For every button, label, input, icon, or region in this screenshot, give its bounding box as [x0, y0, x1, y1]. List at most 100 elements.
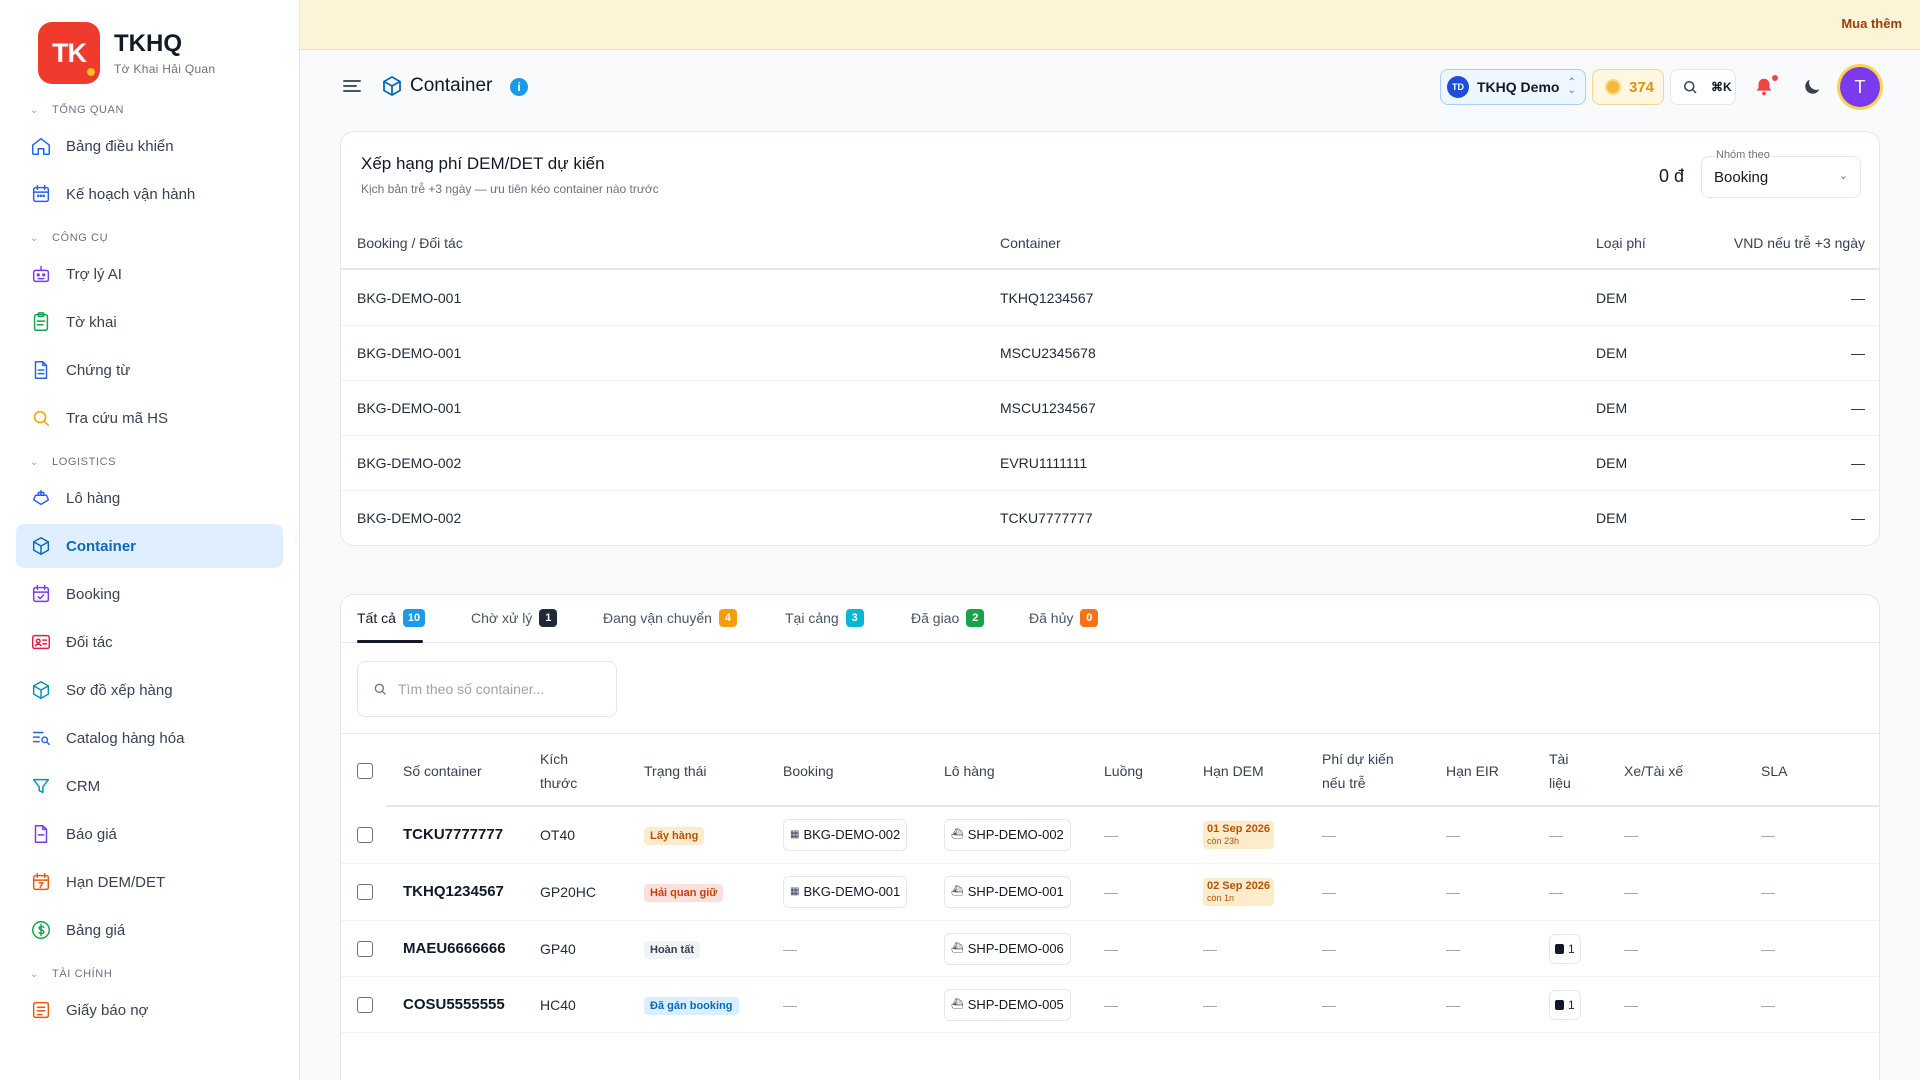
- col-eir-deadline[interactable]: Hạn EIR: [1446, 759, 1499, 783]
- sidebar-item-1-0[interactable]: Trợ lý AI: [16, 252, 283, 296]
- cube-icon: [30, 679, 52, 701]
- container-number[interactable]: TCKU7777777: [403, 823, 503, 847]
- sidebar-section-header[interactable]: ⌄ LOGISTICS: [30, 456, 299, 468]
- tab-label: Đã giao: [911, 610, 960, 626]
- select-all-checkbox[interactable]: [357, 762, 373, 779]
- sidebar-item-1-2[interactable]: Chứng từ: [16, 348, 283, 392]
- tab-5[interactable]: Đã hủy 0: [1029, 609, 1099, 627]
- sidebar-section-header[interactable]: ⌄ CÔNG CỤ: [30, 232, 299, 244]
- sidebar-item-2-3[interactable]: Đối tác: [16, 620, 283, 664]
- sidebar-resize-handle[interactable]: ⋮⋮: [291, 533, 299, 544]
- workspace-switcher[interactable]: TD TKHQ Demo ⌃ ⌄: [1440, 69, 1586, 105]
- col-container-no[interactable]: Số container: [403, 759, 482, 783]
- shipment-chip[interactable]: ⛴ SHP-DEMO-006: [944, 932, 1071, 965]
- sidebar-item-2-9[interactable]: Bảng giá: [16, 908, 283, 952]
- col-booking[interactable]: Booking / Đối tác: [357, 235, 463, 251]
- search-icon: [1684, 81, 1697, 94]
- sidebar-item-1-1[interactable]: Tờ khai: [16, 300, 283, 344]
- booking-chip[interactable]: ▦ BKG-DEMO-001: [783, 876, 908, 908]
- sidebar-section-header[interactable]: ⌄ TÀI CHÍNH: [30, 968, 299, 980]
- row-checkbox[interactable]: [357, 996, 373, 1013]
- group-by-select[interactable]: Nhóm theo Booking ⌄: [1701, 149, 1861, 198]
- sidebar-item-2-1[interactable]: Container: [16, 524, 283, 568]
- ship-icon: ⛴: [951, 829, 964, 840]
- shipment-chip[interactable]: ⛴ SHP-DEMO-002: [944, 819, 1071, 851]
- col-truck-driver[interactable]: Xe/Tài xế: [1624, 759, 1683, 783]
- shipment-chip[interactable]: ⛴ SHP-DEMO-001: [944, 876, 1071, 908]
- shipment-chip[interactable]: ⛴ SHP-DEMO-005: [944, 988, 1071, 1021]
- brand-subtitle: Tờ Khai Hải Quan: [114, 62, 216, 76]
- ranking-vnd: —: [1851, 400, 1865, 416]
- ranking-row[interactable]: BKG-DEMO-002 TCKU7777777 DEM —: [341, 491, 1879, 545]
- sidebar-item-label: Container: [66, 537, 137, 555]
- sidebar-item-label: Chứng từ: [66, 361, 131, 379]
- table-row[interactable]: COSU5555555 HC40 Đã gán booking — ⛴ SHP-DEMO-…: [341, 977, 1879, 1033]
- eir-value: —: [1446, 940, 1460, 957]
- tab-1[interactable]: Chờ xử lý 1: [471, 609, 558, 627]
- route-value: —: [1104, 827, 1118, 843]
- col-status[interactable]: Trạng thái: [644, 759, 707, 783]
- sidebar-item-2-8[interactable]: Hạn DEM/DET: [16, 860, 283, 904]
- sidebar-item-3-0[interactable]: Giấy báo nợ: [16, 988, 283, 1032]
- clipboard-icon: [30, 311, 52, 333]
- theme-toggle[interactable]: [1794, 69, 1830, 105]
- ranking-row[interactable]: BKG-DEMO-001 MSCU2345678 DEM —: [341, 326, 1879, 381]
- row-checkbox[interactable]: [357, 827, 373, 843]
- sidebar-item-1-3[interactable]: Tra cứu mã HS: [16, 396, 283, 440]
- sidebar-item-label: Tờ khai: [66, 313, 117, 331]
- global-search-button[interactable]: ⌘K: [1670, 69, 1736, 105]
- notifications-button[interactable]: [1744, 69, 1784, 105]
- user-avatar[interactable]: T: [1840, 67, 1880, 107]
- ranking-booking: BKG-DEMO-002: [357, 455, 462, 471]
- col-container[interactable]: Container: [1000, 235, 1061, 251]
- ranking-row[interactable]: BKG-DEMO-001 TKHQ1234567 DEM —: [341, 271, 1879, 326]
- container-search-input[interactable]: [398, 681, 598, 697]
- col-dem-deadline[interactable]: Hạn DEM: [1203, 759, 1264, 783]
- container-number[interactable]: MAEU6666666: [403, 937, 506, 961]
- container-list-card: Tất cả 10 Chờ xử lý 1 Đang vận chuyển 4 Tại cả…: [340, 594, 1880, 1080]
- col-route[interactable]: Luồng: [1104, 759, 1143, 783]
- ranking-booking: BKG-DEMO-001: [357, 400, 462, 416]
- menu-toggle-icon[interactable]: [340, 74, 364, 98]
- coin-balance[interactable]: 374: [1592, 69, 1664, 105]
- documents-chip[interactable]: 1: [1549, 933, 1581, 964]
- tab-0[interactable]: Tất cả 10: [357, 609, 426, 627]
- ranking-vnd: —: [1851, 290, 1865, 306]
- brand[interactable]: TK TKHQ Tờ Khai Hải Quan: [0, 0, 299, 94]
- ranking-row[interactable]: BKG-DEMO-001 MSCU1234567 DEM —: [341, 381, 1879, 436]
- sidebar-item-2-0[interactable]: Lô hàng: [16, 476, 283, 520]
- documents-chip[interactable]: 1: [1549, 989, 1581, 1020]
- tab-4[interactable]: Đã giao 2: [911, 609, 985, 627]
- sidebar-item-2-4[interactable]: Sơ đồ xếp hàng: [16, 668, 283, 712]
- table-row[interactable]: TKHQ1234567 GP20HC Hải quan giữ ▦ BKG-DEMO-0…: [341, 864, 1879, 921]
- col-fee-type[interactable]: Loại phí: [1596, 235, 1646, 251]
- col-sla[interactable]: SLA: [1761, 759, 1787, 783]
- info-icon[interactable]: i: [510, 78, 528, 96]
- sidebar-item-0-0[interactable]: Bảng điều khiển: [16, 124, 283, 168]
- buy-more-link[interactable]: Mua thêm: [1841, 16, 1902, 31]
- col-vnd-late[interactable]: VND nếu trễ +3 ngày: [1734, 235, 1865, 251]
- sidebar-section-header[interactable]: ⌄ TỔNG QUAN: [30, 104, 299, 116]
- sidebar-item-0-1[interactable]: Kế hoạch vận hành: [16, 172, 283, 216]
- tab-3[interactable]: Tại cảng 3: [785, 609, 864, 627]
- container-number[interactable]: COSU5555555: [403, 993, 505, 1017]
- ranking-row[interactable]: BKG-DEMO-002 EVRU1111111 DEM —: [341, 436, 1879, 491]
- container-number[interactable]: TKHQ1234567: [403, 880, 504, 904]
- table-row[interactable]: MAEU6666666 GP40 Hoàn tất — ⛴ SHP-DEMO-006 — — —…: [341, 921, 1879, 977]
- table-row[interactable]: TCKU7777777 OT40 Lấy hàng ▦ BKG-DEMO-002 ⛴ SHP…: [341, 807, 1879, 864]
- row-checkbox[interactable]: [357, 940, 373, 957]
- col-size[interactable]: Kích thước: [540, 747, 600, 795]
- sidebar-item-2-2[interactable]: Booking: [16, 572, 283, 616]
- booking-chip[interactable]: ▦ BKG-DEMO-002: [783, 819, 908, 851]
- sidebar-item-2-5[interactable]: Catalog hàng hóa: [16, 716, 283, 760]
- col-estimated-fee[interactable]: Phí dự kiến nếu trễ: [1322, 747, 1412, 795]
- col-shipment[interactable]: Lô hàng: [944, 759, 995, 783]
- tab-2[interactable]: Đang vận chuyển 4: [603, 609, 737, 627]
- col-booking[interactable]: Booking: [783, 759, 834, 783]
- page-header: Container i TD TKHQ Demo ⌃ ⌄ 374 ⌘K T: [300, 50, 1920, 124]
- row-checkbox[interactable]: [357, 884, 373, 900]
- col-documents[interactable]: Tài liệu: [1549, 747, 1589, 795]
- sidebar-item-2-6[interactable]: CRM: [16, 764, 283, 808]
- sidebar-item-2-7[interactable]: Báo giá: [16, 812, 283, 856]
- container-search[interactable]: [357, 661, 617, 717]
